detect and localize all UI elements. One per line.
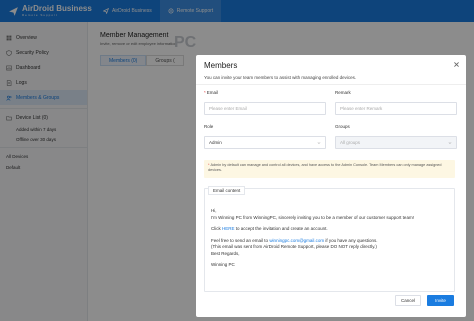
notice-text: Admin by default can manage and control …	[208, 163, 442, 173]
role-label: Role	[204, 124, 214, 129]
close-icon[interactable]	[453, 61, 460, 68]
invite-button[interactable]: Invite	[427, 295, 454, 306]
groups-value: All groups	[340, 140, 361, 145]
groups-select[interactable]: All groups	[335, 136, 457, 149]
dialog-title: Members	[204, 61, 238, 70]
email-content-box: Email content Hi, I'm Winning PC from Wi…	[204, 186, 455, 292]
tab-email-content[interactable]: Email content	[208, 186, 246, 195]
email-placeholder: Please enter Email	[209, 106, 247, 111]
remark-label: Remark	[335, 90, 351, 95]
support-email-link[interactable]: winningpc.com@gmail.com	[269, 238, 324, 243]
role-value: Admin	[209, 140, 222, 145]
required-marker: *	[204, 90, 206, 95]
email-label-text: Email	[206, 90, 219, 95]
role-select[interactable]: Admin	[204, 136, 326, 149]
email-feel-free-rest: if you have any questions.	[325, 237, 378, 243]
email-click-text: Click	[211, 226, 221, 232]
remark-placeholder: Please enter Remark	[340, 106, 383, 111]
email-label: *Email	[204, 90, 218, 95]
dialog-divider	[196, 84, 466, 85]
here-link[interactable]: HERE	[222, 226, 235, 231]
dialog-description: You can invite your team members to assi…	[204, 75, 357, 80]
email-signature: Winning PC	[211, 262, 235, 268]
email-field[interactable]: Please enter Email	[204, 102, 326, 115]
remark-field[interactable]: Please enter Remark	[335, 102, 457, 115]
groups-label: Groups	[335, 124, 350, 129]
email-feel-free-text: Feel free to send an email to	[211, 237, 269, 243]
role-notice: *Admin by default can manage and control…	[204, 160, 455, 178]
chevron-down-icon	[317, 142, 321, 144]
email-preview: Hi, I'm Winning PC from WinningPC, since…	[211, 208, 451, 269]
cancel-button[interactable]: Cancel	[395, 295, 421, 306]
email-click-rest: to accept the invitation and create an a…	[235, 226, 328, 232]
invite-member-dialog: Members You can invite your team members…	[196, 55, 466, 317]
chevron-down-icon	[448, 142, 452, 144]
